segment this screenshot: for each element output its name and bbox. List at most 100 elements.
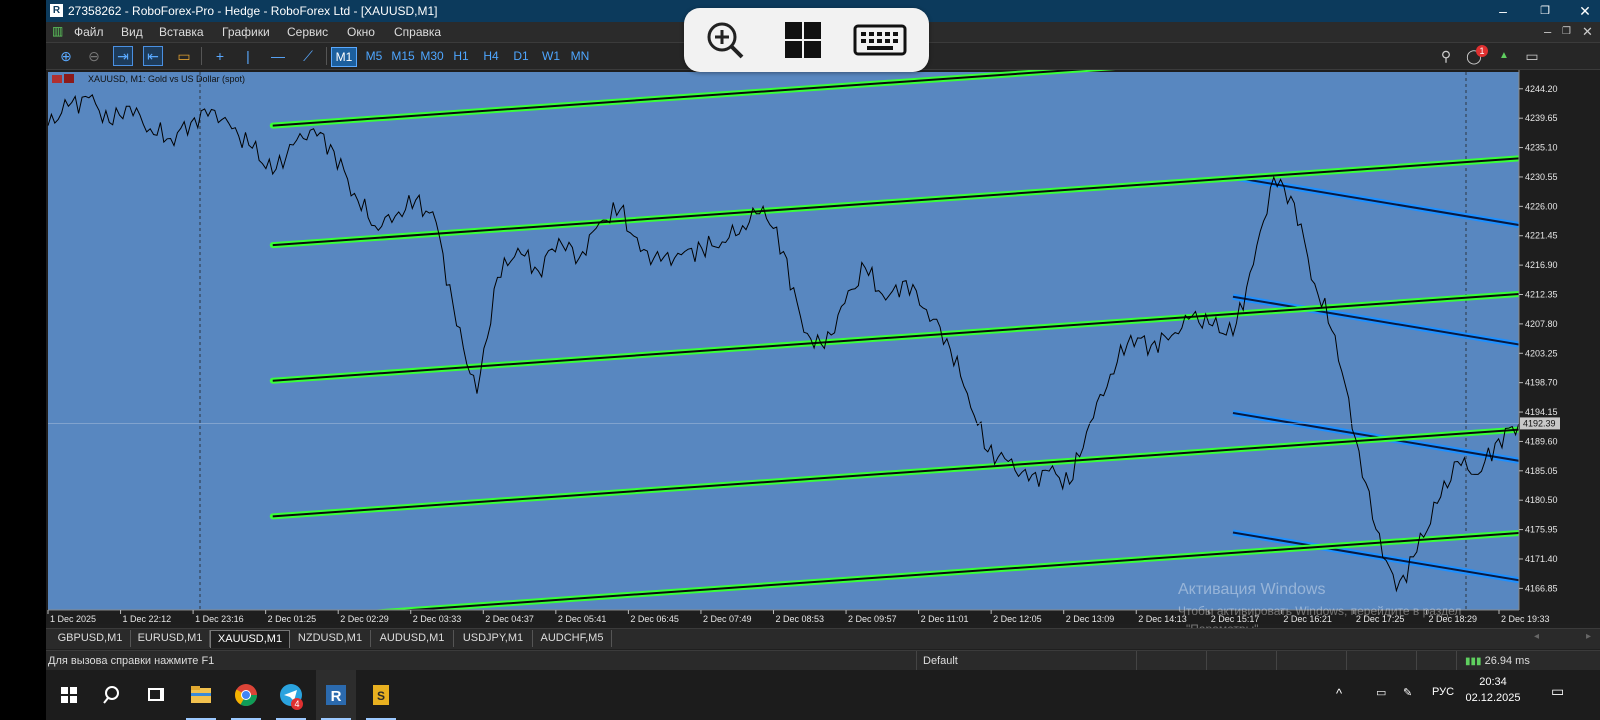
- network-icon[interactable]: ▭: [1376, 686, 1386, 699]
- child-restore-button[interactable]: ❐: [1562, 26, 1571, 37]
- tf-h1[interactable]: H1: [450, 47, 472, 65]
- tf-mn[interactable]: MN: [568, 47, 592, 65]
- zoom-out-icon[interactable]: ⊖: [84, 46, 104, 66]
- task-view-icon[interactable]: [141, 680, 171, 710]
- menu-file[interactable]: Файл: [74, 25, 104, 39]
- menu-insert[interactable]: Вставка: [159, 25, 204, 39]
- file-explorer-icon[interactable]: [186, 680, 216, 710]
- x-tick-label: 1 Dec 22:12: [123, 614, 172, 624]
- x-tick-label: 1 Dec 2025: [50, 614, 96, 624]
- x-tick-label: 2 Dec 06:45: [630, 614, 679, 624]
- clock-date[interactable]: 02.12.2025: [1462, 692, 1524, 704]
- windows-start-icon[interactable]: [781, 20, 825, 60]
- x-tick-label: 2 Dec 03:33: [413, 614, 462, 624]
- trendline-icon[interactable]: ⟋: [298, 46, 318, 66]
- activation-watermark-title: Активация Windows: [1178, 581, 1326, 598]
- chrome-icon[interactable]: [231, 680, 261, 710]
- y-tick-label: 4203.25: [1525, 348, 1558, 358]
- chart-symbol-flag-icon: [52, 75, 62, 83]
- tabs-scroll-right-icon[interactable]: ▸: [1586, 631, 1591, 642]
- y-tick-label: 4230.55: [1525, 172, 1558, 182]
- horizontal-line-icon[interactable]: —: [268, 46, 288, 66]
- tf-m15[interactable]: M15: [390, 47, 416, 65]
- tab-audusd[interactable]: AUDUSD,M1: [371, 630, 454, 647]
- x-tick-label: 2 Dec 05:41: [558, 614, 607, 624]
- chart-one-click-icon: [64, 74, 74, 83]
- menu-tools[interactable]: Сервис: [287, 25, 328, 39]
- child-close-button[interactable]: ✕: [1582, 24, 1593, 40]
- menu-window[interactable]: Окно: [347, 25, 375, 39]
- x-tick-label: 2 Dec 07:49: [703, 614, 752, 624]
- status-profile[interactable]: Default: [916, 651, 1133, 671]
- remote-control-overlay: [684, 8, 929, 72]
- tab-xauusd[interactable]: XAUUSD,M1: [210, 630, 290, 648]
- x-tick-label: 2 Dec 11:01: [921, 614, 969, 624]
- toolbar-divider: [326, 47, 327, 65]
- tf-h4[interactable]: H4: [480, 47, 502, 65]
- tf-w1[interactable]: W1: [540, 47, 562, 65]
- minimize-button[interactable]: –: [1489, 1, 1517, 21]
- search-icon[interactable]: ⚲: [1436, 46, 1456, 66]
- tab-usdjpy[interactable]: USDJPY,M1: [454, 630, 533, 647]
- y-tick-label: 4189.60: [1525, 436, 1558, 446]
- menu-help[interactable]: Справка: [394, 25, 441, 39]
- keyboard-icon[interactable]: [852, 20, 908, 60]
- child-minimize-button[interactable]: –: [1544, 24, 1551, 39]
- tf-m30[interactable]: M30: [419, 47, 445, 65]
- windows-start-icon[interactable]: [54, 680, 84, 710]
- levels-icon[interactable]: ▲: [1494, 46, 1514, 66]
- chart-menu-icon[interactable]: ▥: [52, 25, 64, 37]
- zoom-icon[interactable]: [704, 20, 748, 60]
- folder-icon[interactable]: ▭: [174, 46, 194, 66]
- language-indicator[interactable]: РУС: [1432, 686, 1454, 698]
- tf-m1[interactable]: M1: [331, 47, 357, 67]
- pen-icon[interactable]: ✎: [1403, 686, 1412, 699]
- vertical-line-icon[interactable]: |: [238, 46, 258, 66]
- svg-text:S: S: [377, 689, 385, 703]
- tab-audchf[interactable]: AUDCHF,M5: [533, 630, 612, 647]
- y-tick-label: 4166.85: [1525, 583, 1558, 593]
- y-tick-label: 4221.45: [1525, 231, 1558, 241]
- tf-d1[interactable]: D1: [510, 47, 532, 65]
- menu-charts[interactable]: Графики: [222, 25, 270, 39]
- tab-nzdusd[interactable]: NZDUSD,M1: [290, 630, 371, 647]
- price-chart[interactable]: 4244.20 4239.65 4235.10 4230.55 4226.00 4221.…: [46, 70, 1600, 624]
- tabs-scroll-left-icon[interactable]: ◂: [1534, 631, 1539, 642]
- status-cell: [1136, 651, 1207, 671]
- trading-app-icon[interactable]: S: [366, 680, 396, 710]
- crosshair-icon[interactable]: +: [210, 46, 230, 66]
- status-connection[interactable]: ▮▮▮ 26.94 ms: [1456, 651, 1599, 671]
- y-tick-label: 4175.95: [1525, 525, 1558, 535]
- restore-button[interactable]: ❐: [1531, 1, 1559, 21]
- tab-eurusd[interactable]: EURUSD,M1: [131, 630, 210, 647]
- autoscroll-icon[interactable]: ⇥: [113, 46, 133, 66]
- zoom-in-icon[interactable]: ⊕: [56, 46, 76, 66]
- y-tick-label: 4207.80: [1525, 319, 1558, 329]
- status-bar: Для вызова справки нажмите F1 Default ▮▮…: [46, 650, 1600, 671]
- current-price-label: 4192.39: [1523, 418, 1556, 428]
- new-window-icon[interactable]: ▭: [1522, 46, 1542, 66]
- x-tick-label: 2 Dec 13:09: [1066, 614, 1115, 624]
- chart-shift-icon[interactable]: ⇤: [143, 46, 163, 66]
- window-title: 27358262 - RoboForex-Pro - Hedge - RoboF…: [68, 4, 438, 18]
- x-tick-label: 2 Dec 02:29: [340, 614, 389, 624]
- price-axis: [1519, 70, 1600, 624]
- x-tick-label: 2 Dec 12:05: [993, 614, 1042, 624]
- notifications-icon[interactable]: ▭: [1551, 683, 1564, 700]
- y-tick-label: 4244.20: [1525, 84, 1558, 94]
- x-tick-label: 2 Dec 01:25: [268, 614, 317, 624]
- x-tick-label: 2 Dec 08:53: [776, 614, 825, 624]
- signal-bars-icon: ▮▮▮: [1465, 656, 1482, 667]
- show-hidden-icons-chevron-icon[interactable]: ^: [1336, 686, 1342, 701]
- close-button[interactable]: ✕: [1571, 1, 1599, 21]
- menu-view[interactable]: Вид: [121, 25, 143, 39]
- chart-canvas[interactable]: 4244.20 4239.65 4235.10 4230.55 4226.00 4221.…: [46, 70, 1600, 624]
- tf-m5[interactable]: M5: [362, 47, 386, 65]
- clock-time[interactable]: 20:34: [1468, 676, 1518, 688]
- y-tick-label: 4216.90: [1525, 260, 1558, 270]
- status-cell: [1416, 651, 1457, 671]
- search-icon[interactable]: [98, 680, 128, 710]
- x-tick-label: 2 Dec 04:37: [485, 614, 534, 624]
- tab-gbpusd[interactable]: GBPUSD,M1: [50, 630, 131, 647]
- y-tick-label: 4235.10: [1525, 143, 1558, 153]
